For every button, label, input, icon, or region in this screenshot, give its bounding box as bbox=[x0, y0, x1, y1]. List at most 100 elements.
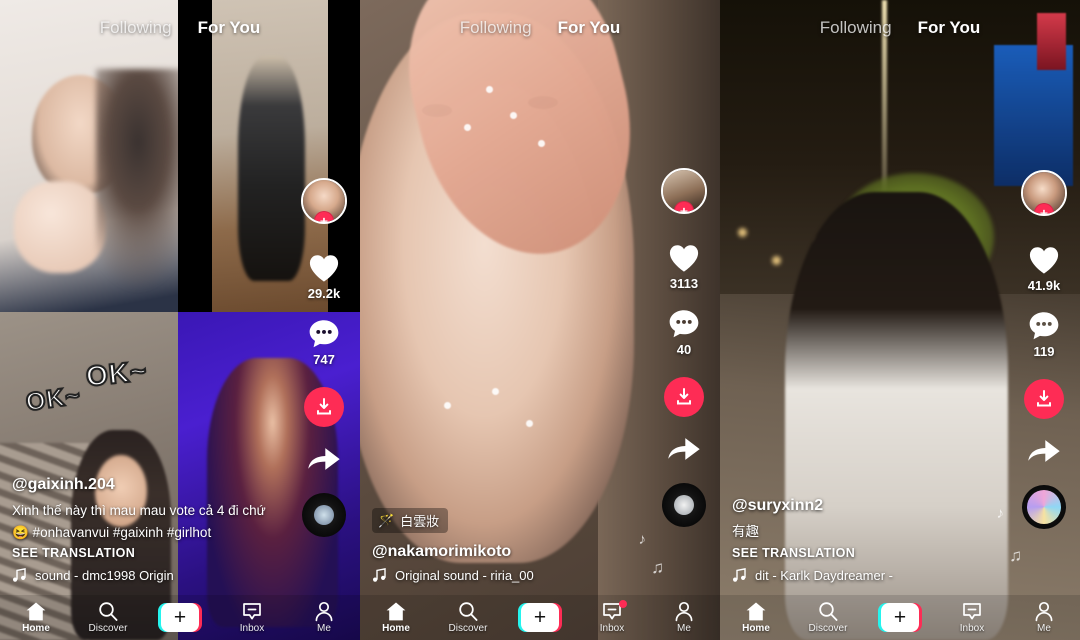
nav-inbox-label: Inbox bbox=[599, 623, 625, 634]
plus-icon: + bbox=[521, 603, 559, 632]
sparkle-3 bbox=[464, 124, 471, 131]
nav-me-label: Me bbox=[677, 623, 691, 634]
home-icon bbox=[746, 602, 766, 621]
tab-for-you[interactable]: For You bbox=[918, 18, 981, 38]
comment-icon bbox=[669, 310, 699, 338]
caption-block: 🪄 白雲妝 @nakamorimikoto Original sound - r… bbox=[372, 508, 642, 583]
share-action[interactable] bbox=[307, 445, 341, 473]
music-row[interactable]: sound - dmc1998 Origin bbox=[12, 568, 282, 583]
share-action[interactable] bbox=[667, 435, 701, 463]
inbox-icon bbox=[243, 603, 261, 620]
nav-discover-label: Discover bbox=[808, 623, 848, 634]
nav-discover[interactable]: Discover bbox=[799, 601, 857, 634]
like-action[interactable]: 29.2k bbox=[307, 252, 341, 301]
comment-action[interactable]: 747 bbox=[308, 319, 340, 367]
avatar[interactable]: + bbox=[661, 168, 707, 214]
follow-plus-icon[interactable]: + bbox=[314, 211, 334, 222]
tab-following[interactable]: Following bbox=[820, 18, 892, 38]
music-title: sound - dmc1998 Origin bbox=[35, 568, 174, 583]
bottom-nav: Home Discover + Inbox Me bbox=[0, 595, 360, 640]
effect-badge[interactable]: 🪄 白雲妝 bbox=[372, 508, 449, 533]
nav-inbox[interactable]: Inbox bbox=[583, 600, 641, 634]
nav-me[interactable]: Me bbox=[295, 601, 353, 634]
music-title: Original sound - riria_00 bbox=[395, 568, 534, 583]
share-action[interactable] bbox=[1027, 437, 1061, 465]
nav-discover-label: Discover bbox=[448, 623, 488, 634]
music-disc[interactable] bbox=[1022, 485, 1066, 529]
download-button[interactable] bbox=[664, 377, 704, 417]
username[interactable]: @gaixinh.204 bbox=[12, 476, 282, 494]
video-description: Xinh thế này thì mau mau vote cả 4 đi ch… bbox=[12, 503, 266, 519]
heart-icon bbox=[669, 245, 699, 272]
top-tabs: Following For You bbox=[360, 0, 720, 56]
action-rail: + 29.2k 747 bbox=[296, 178, 352, 537]
share-icon bbox=[668, 438, 700, 460]
music-disc[interactable] bbox=[302, 493, 346, 537]
nav-home[interactable]: Home bbox=[727, 601, 785, 634]
follow-plus-icon[interactable]: + bbox=[1034, 203, 1054, 214]
effect-name: 白雲妝 bbox=[400, 514, 440, 529]
sparkle-wand-icon: 🪄 bbox=[378, 512, 395, 528]
avatar[interactable]: + bbox=[301, 178, 347, 224]
nav-discover[interactable]: Discover bbox=[439, 601, 497, 634]
nav-inbox[interactable]: Inbox bbox=[223, 601, 281, 634]
tab-following[interactable]: Following bbox=[100, 18, 172, 38]
add-button[interactable]: + bbox=[518, 603, 562, 632]
subject-face bbox=[32, 74, 129, 195]
hashtags[interactable]: 😆 #onhavanvui #gaixinh #girlhot bbox=[12, 525, 282, 541]
street-light-2 bbox=[772, 256, 781, 265]
download-button[interactable] bbox=[1024, 379, 1064, 419]
avatar[interactable]: + bbox=[1021, 170, 1067, 216]
nav-add[interactable]: + bbox=[511, 603, 569, 632]
nav-home[interactable]: Home bbox=[7, 601, 65, 634]
music-row[interactable]: Original sound - riria_00 bbox=[372, 568, 642, 583]
like-action[interactable]: 3113 bbox=[667, 242, 701, 291]
music-row[interactable]: dit - Karlk Daydreamer - bbox=[732, 568, 1002, 583]
panel-3: Following For You + 41.9k 119 ♪ ♫ @suryx… bbox=[720, 0, 1080, 640]
search-icon bbox=[99, 602, 118, 621]
comment-count: 40 bbox=[676, 342, 692, 357]
comment-action[interactable]: 119 bbox=[1028, 311, 1060, 359]
comment-action[interactable]: 40 bbox=[668, 309, 700, 357]
username[interactable]: @nakamorimikoto bbox=[372, 543, 642, 561]
nav-discover[interactable]: Discover bbox=[79, 601, 137, 634]
plus-icon: + bbox=[881, 603, 919, 632]
add-button[interactable]: + bbox=[878, 603, 922, 632]
person-icon bbox=[675, 601, 693, 622]
add-button[interactable]: + bbox=[158, 603, 202, 632]
see-translation-link[interactable]: SEE TRANSLATION bbox=[732, 546, 1002, 560]
sparkle-5 bbox=[444, 402, 451, 409]
sparkle-6 bbox=[492, 388, 499, 395]
follow-plus-icon[interactable]: + bbox=[674, 201, 694, 212]
share-icon bbox=[1028, 440, 1060, 462]
tab-for-you[interactable]: For You bbox=[558, 18, 621, 38]
comment-count: 119 bbox=[1033, 344, 1055, 359]
nav-me[interactable]: Me bbox=[1015, 601, 1073, 634]
nav-add[interactable]: + bbox=[151, 603, 209, 632]
nav-me[interactable]: Me bbox=[655, 601, 713, 634]
tiktok-three-panel-screenshot: OK~ OK~ Following For You + 29.2k 747 @g… bbox=[0, 0, 1080, 640]
street-light-1 bbox=[738, 228, 747, 237]
inbox-icon bbox=[963, 603, 981, 620]
username[interactable]: @suryxinn2 bbox=[732, 497, 1002, 515]
caption-block: @suryxinn2 有趣 SEE TRANSLATION dit - Karl… bbox=[732, 497, 1002, 583]
download-button[interactable] bbox=[304, 387, 344, 427]
person-icon bbox=[1035, 601, 1053, 622]
download-icon bbox=[677, 388, 691, 405]
home-icon bbox=[386, 602, 406, 621]
nav-add[interactable]: + bbox=[871, 603, 929, 632]
nav-inbox[interactable]: Inbox bbox=[943, 601, 1001, 634]
subject-figure bbox=[237, 56, 305, 281]
top-tabs: Following For You bbox=[0, 0, 360, 56]
search-icon bbox=[819, 602, 838, 621]
see-translation-link[interactable]: SEE TRANSLATION bbox=[12, 546, 282, 560]
like-count: 29.2k bbox=[307, 286, 341, 301]
like-action[interactable]: 41.9k bbox=[1027, 244, 1061, 293]
tab-following[interactable]: Following bbox=[460, 18, 532, 38]
music-disc[interactable] bbox=[662, 483, 706, 527]
tab-for-you[interactable]: For You bbox=[198, 18, 261, 38]
comment-icon bbox=[309, 320, 339, 348]
panel-2: Following For You + 3113 40 ♪ ♫ 🪄 白雲妝 @n… bbox=[360, 0, 720, 640]
nav-home[interactable]: Home bbox=[367, 601, 425, 634]
nav-home-label: Home bbox=[742, 623, 770, 634]
